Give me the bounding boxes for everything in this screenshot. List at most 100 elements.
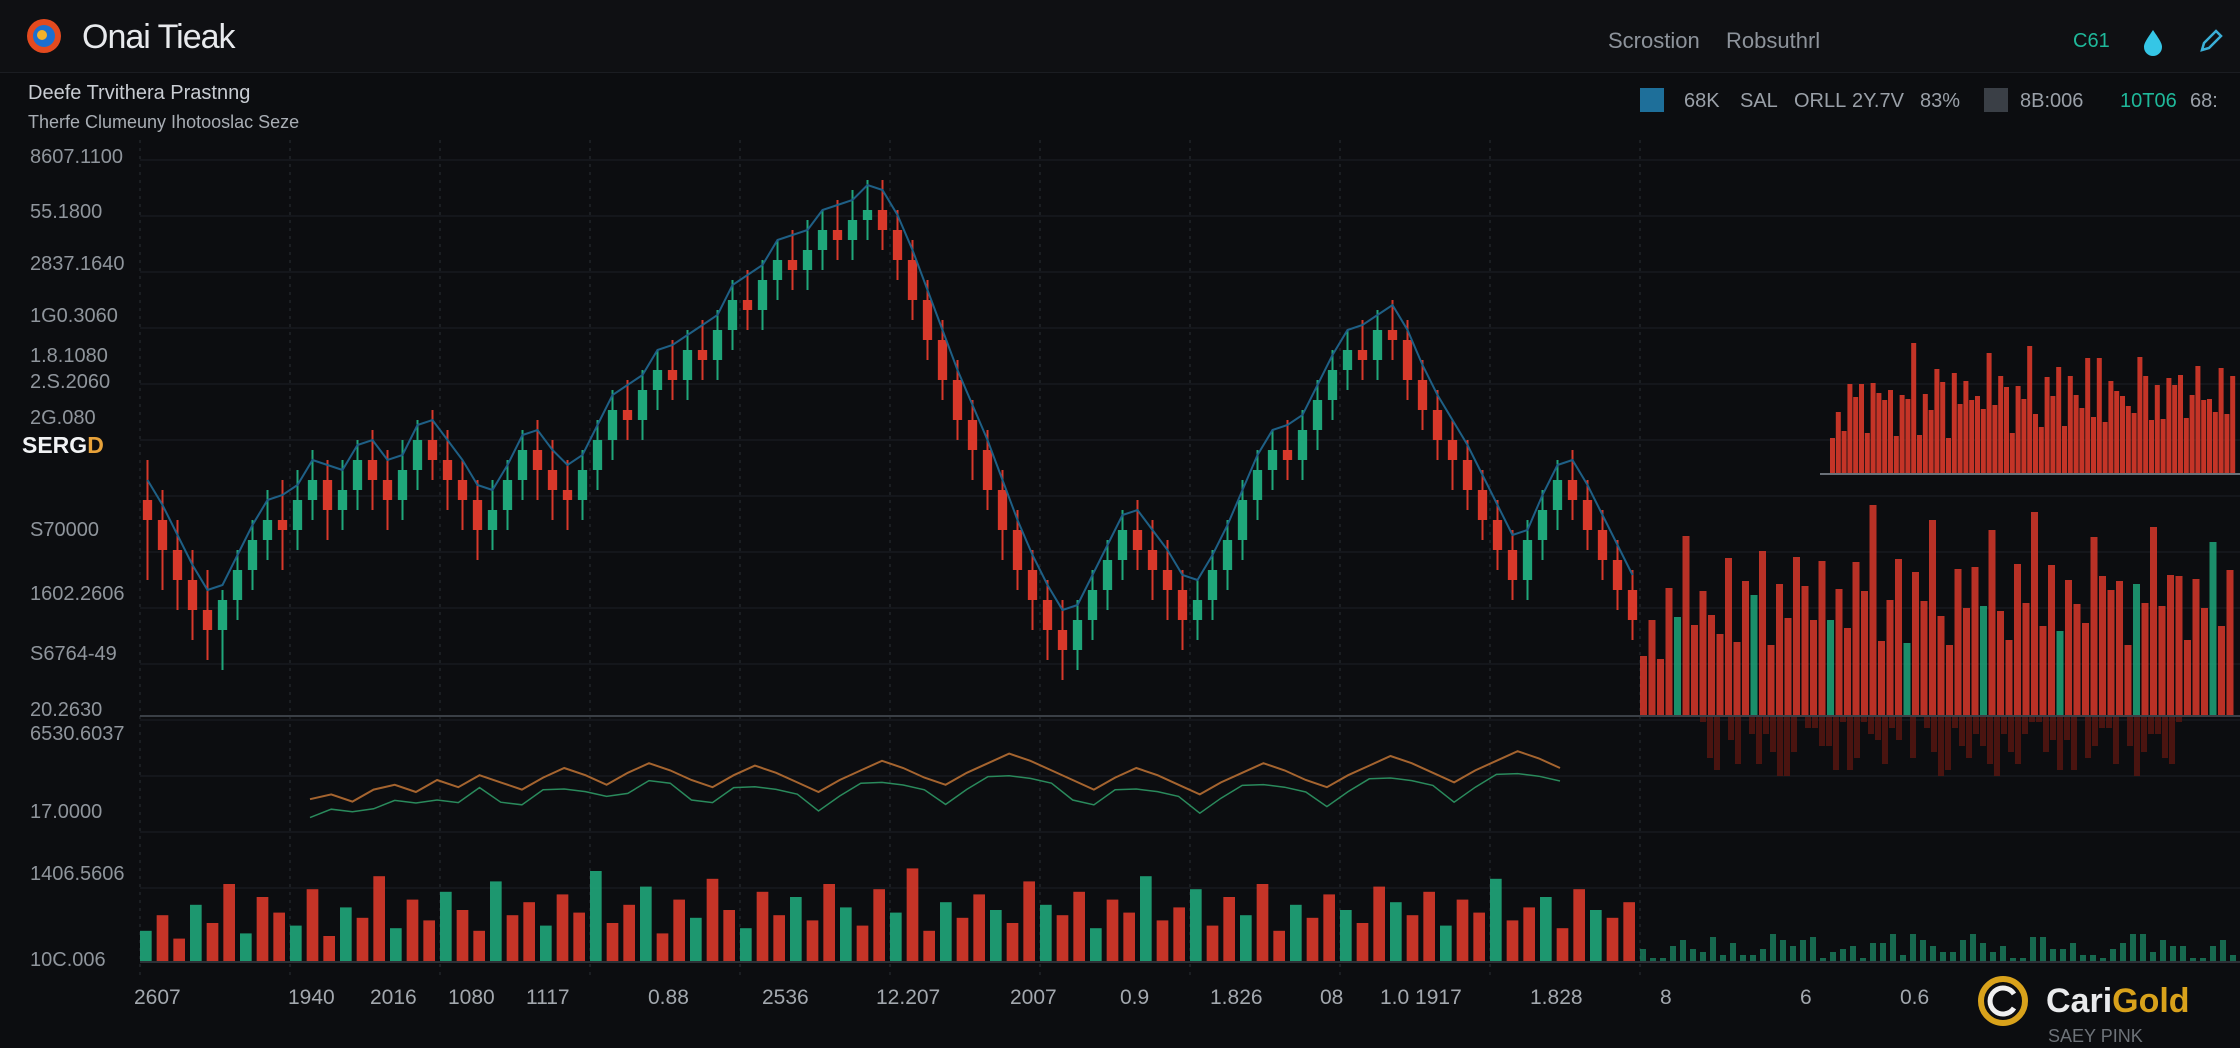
volume-profile-bar-lower	[1714, 716, 1720, 770]
volume-profile-bar	[2065, 580, 2072, 716]
volume-profile-bar-upper	[1835, 412, 1841, 474]
volume-bar	[1556, 928, 1569, 962]
volume-profile-bar	[2184, 640, 2191, 716]
candle-up	[802, 250, 813, 270]
candle-down	[742, 300, 753, 310]
volume-bar	[773, 915, 785, 962]
volume-profile-bar-lower	[1952, 716, 1958, 728]
volume-profile-bar-upper	[2160, 419, 2166, 474]
candle-down	[892, 230, 903, 260]
volume-bar	[1540, 897, 1552, 962]
volume-profile-bar-upper	[2125, 406, 2131, 474]
candle-down	[877, 210, 888, 230]
volume-profile-bar	[1759, 551, 1766, 716]
candle-up	[232, 570, 243, 600]
volume-profile-bar-upper	[1893, 436, 1899, 474]
volume-profile-bar-upper	[2201, 400, 2207, 474]
volume-profile-bar	[1861, 591, 1868, 716]
x-tick-label: 2607	[134, 986, 181, 1009]
candle-down	[1402, 340, 1413, 380]
volume-profile-bar-lower	[1994, 716, 2000, 776]
candle-up	[682, 350, 693, 380]
volume-profile-bar	[1835, 589, 1843, 716]
volume-bar-right	[1680, 940, 1686, 962]
volume-profile-bar-upper	[1841, 431, 1847, 474]
volume-profile-bar	[1750, 595, 1758, 716]
volume-bar	[756, 891, 769, 962]
candle-up	[1552, 480, 1563, 510]
volume-bar	[1290, 904, 1302, 962]
volume-profile-bar-lower	[2071, 716, 2077, 770]
x-axis-labels: 2607 1940 2016 1080 1117 0.88 2536 12.207 2007 0.…	[134, 986, 1929, 1009]
volume-bar	[1123, 912, 1135, 962]
volume-bar	[1623, 902, 1635, 962]
volume-bar-right	[1880, 943, 1886, 962]
volume-profile-bar-upper	[2149, 420, 2154, 474]
candle-up	[1192, 600, 1203, 620]
volume-profile-bar-lower	[1756, 716, 1762, 764]
candle-up	[1087, 590, 1098, 620]
volume-bar	[1323, 894, 1335, 962]
volume-profile-bar-upper	[2096, 358, 2102, 474]
volume-profile-bar-upper	[2212, 412, 2218, 474]
x-tick-label: 1080	[448, 986, 495, 1009]
volume-profile-bar-upper	[2154, 385, 2160, 474]
price-chart[interactable]: 8607.1100 55.1800 2837.1640 1G0.3060 1.8.108…	[0, 0, 2240, 1048]
volume-profile-bar-upper	[1969, 400, 1975, 474]
y-tick-label: 8607.1100	[30, 146, 123, 168]
x-tick-label: 1117	[526, 986, 570, 1009]
volume-profile-bar-lower	[2015, 716, 2021, 764]
volume-profile-bar-lower	[2141, 716, 2147, 752]
volume-profile-bar-lower	[2001, 716, 2007, 734]
candle-up	[757, 280, 768, 310]
candle-down	[922, 300, 933, 340]
volume-profile-bar	[1929, 520, 1936, 716]
volume-bar	[1273, 930, 1285, 962]
candle-up	[487, 510, 498, 530]
volume-bar	[1306, 917, 1319, 962]
volume-profile-bar	[2082, 623, 2089, 716]
volume-profile-bar-upper	[2131, 413, 2137, 474]
volume-bar-right	[2120, 943, 2126, 962]
candle-up	[1312, 400, 1323, 430]
x-tick-label: 0.6	[1900, 986, 1929, 1009]
volume-bar	[1240, 915, 1252, 962]
volume-profile-bar	[1691, 625, 1698, 716]
volume-bar-right	[1790, 946, 1796, 962]
candle-down	[937, 340, 948, 380]
volume-profile-bar-upper	[1864, 433, 1870, 474]
volume-bar	[490, 881, 502, 962]
volume-bar-right	[1870, 943, 1876, 962]
volume-profile-bar-lower	[1868, 716, 1874, 734]
volume-bar	[1056, 915, 1069, 962]
candle-up	[502, 480, 513, 510]
volume-profile-bar-upper	[2091, 417, 2096, 474]
volume-bar-right	[2180, 946, 2186, 962]
volume-bar	[806, 920, 819, 962]
volume-profile-bar	[1937, 616, 1945, 716]
volume-profile-bar	[2022, 603, 2030, 716]
volume-bar	[890, 912, 902, 962]
y-tick-label: 6530.6037	[30, 723, 125, 745]
volume-bar	[206, 923, 219, 962]
volume-profile-bar	[1895, 559, 1902, 716]
candle-up	[262, 520, 273, 540]
candle-down	[1042, 600, 1053, 630]
volume-bar	[1373, 886, 1385, 962]
y-tick-label: S6764-49	[30, 643, 117, 665]
volume-bar-right	[1670, 946, 1676, 962]
candle-up	[292, 500, 303, 530]
volume-profile-bar-lower	[2127, 716, 2133, 746]
volume-profile-bar	[1980, 606, 1987, 716]
volume-profile-bar-lower	[1805, 716, 1811, 728]
candle-down	[1612, 560, 1623, 590]
volume-profile-bar	[2133, 584, 2140, 716]
volume-bar-right	[1710, 937, 1716, 962]
volume-profile-bar	[1648, 620, 1656, 716]
candle-up	[352, 460, 363, 490]
volume-profile-bar-lower	[2085, 716, 2091, 758]
volume-bar	[656, 933, 669, 962]
volume-profile-bar-lower	[1791, 716, 1797, 752]
volume-profile-bar-lower	[2155, 716, 2161, 734]
volume-bar-right	[2070, 943, 2076, 962]
